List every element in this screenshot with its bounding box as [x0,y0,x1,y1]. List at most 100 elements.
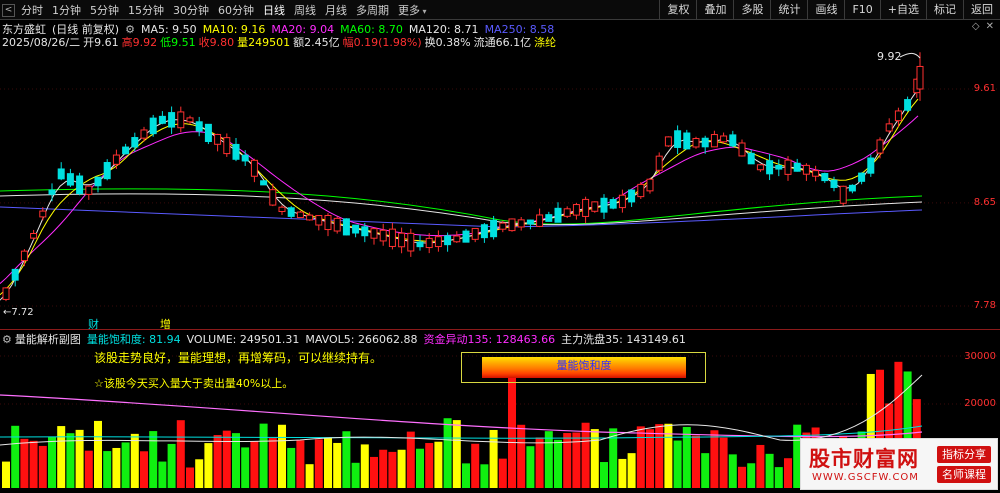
candle-body [664,136,672,147]
candle-body [545,214,553,222]
volume-bar [425,443,434,488]
quote-turnover: 换0.38% [424,36,471,49]
volume-bar [581,422,590,488]
candle-body [747,152,755,165]
volume-bar [682,426,691,488]
volume-bar [38,445,47,488]
candle-body [609,199,617,209]
indicator-message-buy-ratio: ☆该股今天买入量大于卖出量40%以上。 [94,377,294,390]
candle-body [269,189,277,206]
candle-body [572,204,580,216]
volume-bar [195,459,204,488]
volume-bar [259,423,268,488]
candle-body [168,112,176,128]
candle-body [904,99,912,111]
candle-body [177,111,185,129]
volume-bar [572,432,581,488]
volume-bar [397,449,406,488]
candle-body [57,168,65,180]
indicator-settings-gear-icon[interactable]: ⚙ [2,333,12,346]
indicator-share-button[interactable]: 指标分享 [937,446,991,463]
candle-body [600,197,608,213]
volume-tick-label: 30000 [964,351,996,362]
indicator-main-wash-value: 主力洗盘35: 143149.61 [561,333,686,346]
candle-body [508,218,516,232]
candle-body [894,110,902,122]
volume-bar [600,462,608,488]
diamond-icon[interactable]: ◇ [972,21,980,32]
watermark-url: WWW.GSCFW.COM [812,472,919,483]
volume-bar [627,453,636,488]
candle-body [416,241,424,248]
volume-bar [563,433,572,488]
candle-body [241,154,249,162]
candle-body [480,224,488,239]
volume-bar [296,440,305,488]
volume-bar [57,426,66,488]
volume-bar [701,453,710,488]
candle-body [582,198,590,217]
quote-concept[interactable]: 涤纶 [534,34,556,50]
volume-bar [94,420,102,488]
candle-body [250,159,258,177]
volume-bar [738,466,746,488]
volume-bar [710,430,719,488]
quote-volume: 量249501 [237,36,291,49]
indicator-capital-anomaly-value: 资金异动135: 128463.66 [423,333,556,346]
candle-body [563,208,571,217]
volume-bar [314,439,323,488]
candle-body [655,155,663,171]
candle-body [701,137,709,148]
candle-body [214,133,222,145]
quote-amount: 额2.45亿 [293,36,340,49]
volume-bar [48,436,56,488]
candle-body [407,232,415,252]
volume-bar [756,444,765,488]
indicator-legend: ⚙ 量能解析副图 量能饱和度: 81.94 VOLUME: 249501.31 … [2,331,692,347]
pane-divider[interactable] [0,329,1000,330]
teacher-course-button[interactable]: 名师课程 [937,466,991,483]
candle-body [775,164,783,170]
volume-bar [452,420,461,488]
candle-body [287,207,295,217]
candle-body [361,226,369,237]
candle-body [554,207,562,223]
candle-body [802,164,810,175]
volume-bar [121,442,130,488]
quote-high: 高9.92 [121,36,158,49]
candle-body [646,178,654,192]
candle-body [858,172,866,182]
high-price-marker: 9.92 [877,50,902,63]
candle-body [444,235,452,246]
volume-bar [342,431,351,488]
candle-body [526,219,534,225]
indicator-title[interactable]: 量能解析副图 [15,331,81,347]
candle-body [388,228,396,247]
candle-body [379,229,387,242]
candle-body [738,142,746,157]
volume-bar [416,448,424,488]
candle-body [830,179,838,188]
volume-bar [84,450,93,488]
candle-body [434,236,442,248]
candle-body [848,184,856,192]
candle-body [637,183,645,198]
kline-chart[interactable] [0,0,1000,493]
saturation-gauge: 量能饱和度 [461,352,706,383]
candle-body [122,146,130,155]
candle-body [812,170,820,177]
volume-bar [268,438,277,488]
volume-bar [765,453,774,488]
volume-bar [213,434,222,488]
candle-body [674,130,682,148]
volume-bar [517,424,526,488]
candle-body [710,134,718,148]
candle-body [140,129,148,139]
volume-bar [20,438,29,488]
candle-body [618,194,626,209]
volume-bar [480,464,489,488]
close-icon[interactable]: ✕ [986,21,994,32]
volume-bar [250,441,259,488]
volume-bar [526,446,535,488]
candle-body [94,176,102,187]
